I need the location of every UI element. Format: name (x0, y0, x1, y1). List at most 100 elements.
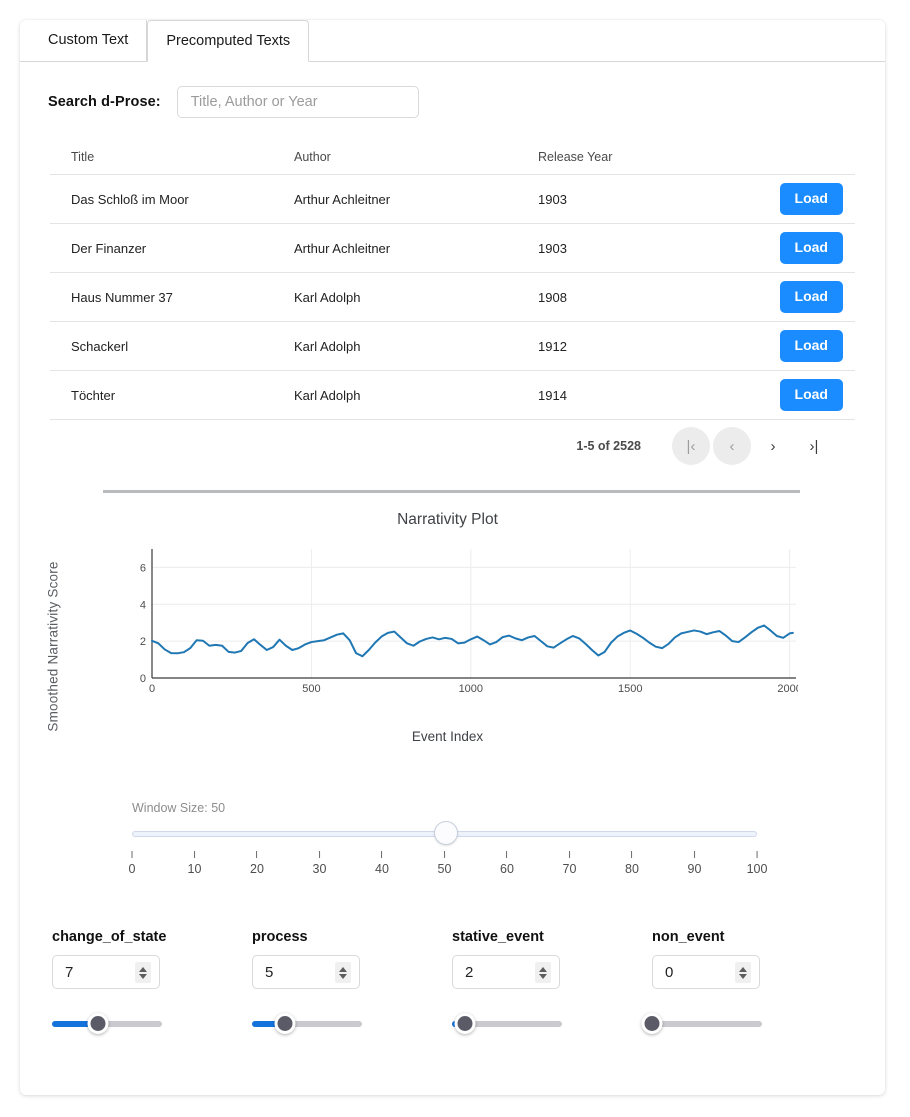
column-header-author: Author (294, 150, 331, 164)
parameter-slider[interactable] (641, 1013, 762, 1034)
parameter-stative_event: stative_event 2 (452, 929, 652, 1034)
tab-bar: Custom Text Precomputed Texts (20, 20, 885, 62)
parameter-slider-thumb[interactable] (274, 1013, 296, 1034)
window-size-tick: 10 (187, 851, 202, 876)
search-row: Search d-Prose: (20, 86, 885, 118)
parameter-non_event: non_event 0 (641, 929, 852, 1034)
cell-year: 1903 (538, 191, 567, 207)
window-size-tick: 90 (687, 851, 702, 876)
svg-text:0: 0 (149, 683, 155, 695)
cell-actions: Load (778, 379, 855, 411)
search-input[interactable] (176, 86, 419, 118)
parameter-slider-thumb[interactable] (641, 1013, 663, 1034)
parameter-slider[interactable] (452, 1013, 562, 1034)
window-size-ticks: 0 10 20 30 40 50 60 70 80 90 100 (128, 851, 767, 881)
column-header-year: Release Year (538, 150, 613, 164)
window-size-tick: 30 (312, 851, 327, 876)
window-size-tick: 70 (562, 851, 577, 876)
parameter-value: 2 (465, 963, 474, 981)
parameter-label: stative_event (452, 929, 544, 945)
tab-custom-text[interactable]: Custom Text (30, 20, 148, 62)
window-size-tick: 80 (625, 851, 639, 876)
next-page-button[interactable]: › (754, 427, 792, 465)
app-root: Custom Text Precomputed Texts Search d-P… (0, 0, 910, 1117)
stepper-arrows-icon[interactable] (535, 962, 551, 983)
previous-page-button[interactable]: ‹ (713, 427, 751, 465)
parameter-slider-track[interactable] (652, 1021, 762, 1027)
stepper-arrows-icon[interactable] (735, 962, 751, 983)
parameter-process: process 5 (252, 929, 452, 1034)
table-row: Das Schloß im Moor Arthur Achleitner 190… (50, 175, 855, 224)
table-row: Töchter Karl Adolph 1914 Load (50, 371, 855, 420)
load-button[interactable]: Load (779, 183, 843, 215)
chart-title: Narrativity Plot (397, 511, 498, 528)
table-row: Schackerl Karl Adolph 1912 Load (50, 322, 855, 371)
last-page-button[interactable]: ›| (795, 427, 833, 465)
window-size-tick: 0 (128, 851, 136, 876)
load-button[interactable]: Load (779, 379, 843, 411)
parameter-slider[interactable] (252, 1013, 362, 1034)
stepper-arrows-icon[interactable] (135, 962, 151, 983)
stepper-arrows-icon[interactable] (335, 962, 351, 983)
cell-actions: Load (778, 183, 855, 215)
table-row: Der Finanzer Arthur Achleitner 1903 Load (50, 224, 855, 273)
tab-precomputed-texts-label: Precomputed Texts (166, 33, 291, 49)
parameter-slider-thumb[interactable] (454, 1013, 476, 1034)
window-size-tick-label: 10 (187, 862, 202, 876)
svg-text:4: 4 (140, 599, 146, 611)
chart-y-axis-label: Smoothed Narrativity Score (45, 561, 61, 732)
window-size-tick-label: 90 (687, 862, 702, 876)
parameter-slider-thumb[interactable] (87, 1013, 109, 1034)
parameter-label: change_of_state (52, 929, 167, 945)
window-size-thumb[interactable] (433, 821, 458, 845)
chart-plot-area: 0 2 4 6 0 500 1000 1500 2000 (126, 541, 802, 701)
parameter-stepper[interactable]: 0 (652, 955, 760, 989)
svg-text:2000: 2000 (777, 683, 798, 695)
texts-table: Title Author Release Year Das Schloß im … (20, 140, 885, 472)
window-size-tick-label: 100 (746, 862, 768, 876)
window-size-tick-label: 0 (128, 862, 136, 876)
load-button[interactable]: Load (779, 232, 843, 264)
load-button[interactable]: Load (779, 281, 843, 313)
column-header-title: Title (71, 150, 95, 164)
cell-year: 1903 (538, 240, 567, 256)
parameter-stepper[interactable]: 2 (452, 955, 560, 989)
section-divider (103, 490, 800, 493)
cell-author: Karl Adolph (294, 338, 361, 354)
cell-actions: Load (778, 281, 855, 313)
parameter-stepper[interactable]: 5 (252, 955, 360, 989)
cell-year: 1908 (538, 289, 567, 305)
cell-title: Der Finanzer (71, 240, 147, 256)
window-size-slider[interactable] (132, 821, 757, 845)
cell-author: Arthur Achleitner (294, 191, 391, 207)
first-page-button[interactable]: |‹ (672, 427, 710, 465)
parameter-value: 0 (665, 963, 674, 981)
svg-text:0: 0 (140, 673, 146, 685)
svg-text:6: 6 (140, 562, 146, 574)
pagination-range-label: 1-5 of 2528 (576, 439, 641, 453)
window-size-tick: 60 (500, 851, 514, 876)
window-size-tick: 100 (746, 851, 768, 876)
cell-actions: Load (778, 232, 855, 264)
cell-author: Arthur Achleitner (294, 240, 391, 256)
search-label: Search d-Prose: (48, 94, 161, 110)
window-size-tick-label: 70 (562, 862, 577, 876)
main-card: Custom Text Precomputed Texts Search d-P… (20, 20, 885, 1095)
load-button[interactable]: Load (779, 330, 843, 362)
parameter-slider[interactable] (52, 1013, 162, 1034)
window-size-tick-label: 60 (500, 862, 514, 876)
parameter-label: non_event (652, 929, 725, 945)
svg-text:2: 2 (140, 636, 146, 648)
parameter-change_of_state: change_of_state 7 (52, 929, 252, 1034)
svg-text:500: 500 (302, 683, 320, 695)
svg-text:1500: 1500 (618, 683, 642, 695)
svg-text:1000: 1000 (459, 683, 483, 695)
tab-custom-text-label: Custom Text (48, 32, 129, 48)
tab-precomputed-texts[interactable]: Precomputed Texts (147, 20, 310, 62)
window-size-block: Window Size: 50 0 10 20 30 40 50 60 70 80 90 100 (20, 801, 885, 881)
narrativity-plot: Narrativity Plot Smoothed Narrativity Sc… (20, 511, 885, 781)
parameter-stepper[interactable]: 7 (52, 955, 160, 989)
window-size-label: Window Size: 50 (132, 801, 226, 815)
window-size-tick-label: 30 (312, 862, 327, 876)
cell-title: Das Schloß im Moor (71, 191, 189, 207)
